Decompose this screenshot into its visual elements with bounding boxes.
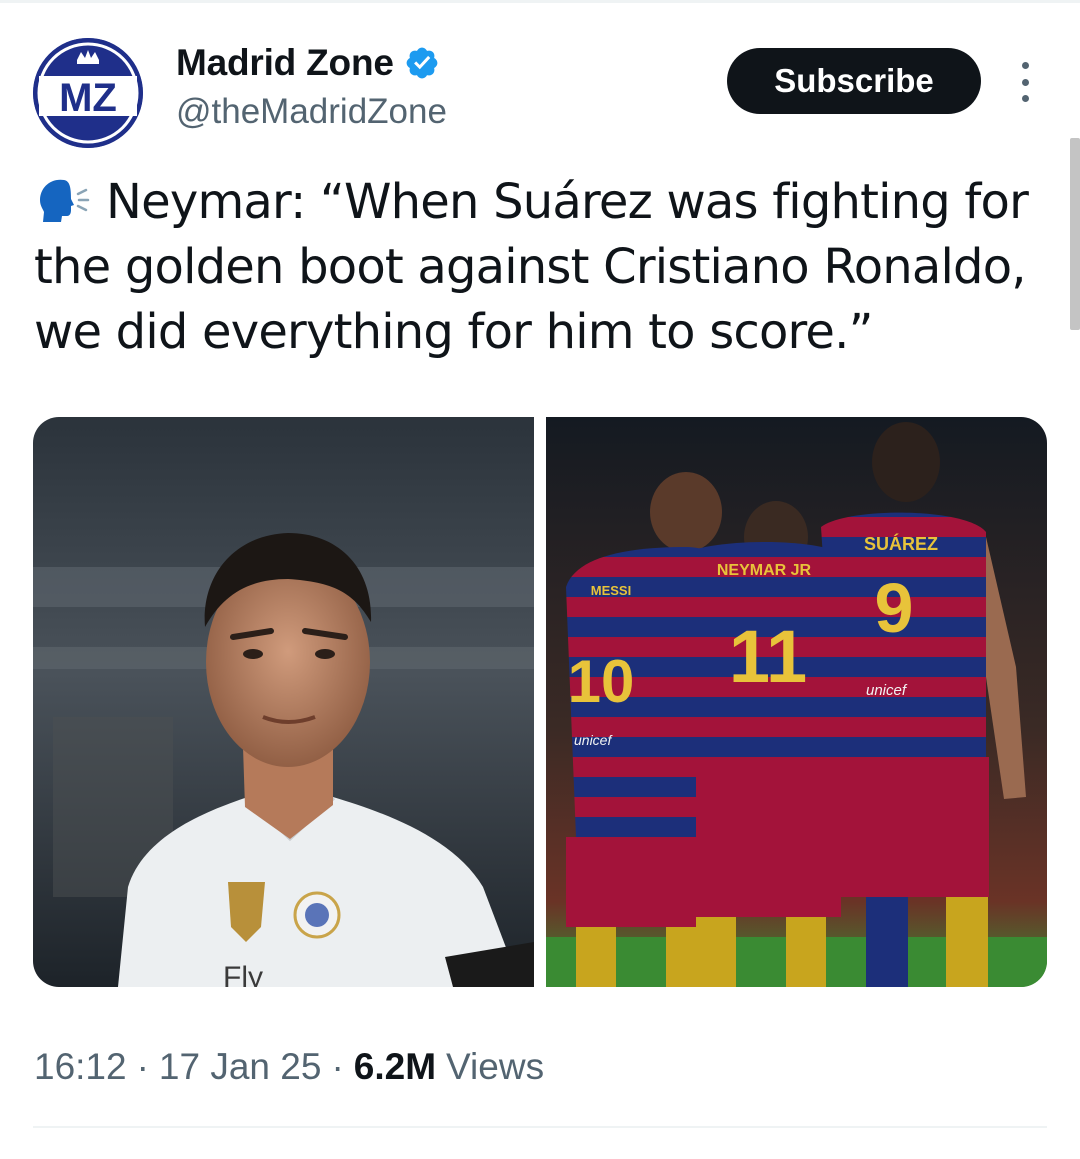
views-count: 6.2M (353, 1046, 437, 1087)
suarez-number-text: 9 (875, 569, 914, 647)
tweet-date[interactable]: 17 Jan 25 (159, 1046, 322, 1088)
meta-separator: · (136, 1046, 149, 1087)
verified-badge-icon (406, 47, 438, 79)
messi-name-text: MESSI (591, 583, 631, 598)
views-label: Views (446, 1046, 545, 1087)
bottom-divider (33, 1126, 1047, 1128)
tweet-line-2: the golden boot against Cristiano Ronald… (34, 239, 1027, 295)
avatar-text: MZ (59, 76, 117, 120)
author-name-row[interactable]: Madrid Zone (176, 42, 440, 84)
shirt-sponsor-text: Fly (223, 961, 263, 987)
media-image-ronaldo[interactable]: Fly (33, 417, 534, 987)
display-name[interactable]: Madrid Zone (176, 42, 394, 84)
meta-separator: · (331, 1046, 344, 1087)
avatar[interactable]: MZ (33, 38, 143, 148)
author-handle[interactable]: @theMadridZone (176, 92, 447, 132)
top-divider (0, 0, 1080, 3)
more-dot (1021, 78, 1029, 86)
tweet-line-1: Neymar: “When Suárez was fighting for (106, 174, 1029, 230)
tweet-line-3: we did everything for him to score.” (34, 304, 874, 360)
more-options-icon[interactable] (1013, 62, 1037, 102)
sponsor-right-text: unicef (866, 682, 908, 699)
more-dot (1021, 95, 1029, 102)
messi-number-text: 10 (568, 648, 635, 715)
subscribe-button[interactable]: Subscribe (727, 48, 981, 114)
tweet-media: Fly NEYMAR JR 11 SUÁREZ 9 MESSI 10 unice… (33, 417, 1047, 987)
madrid-zone-logo-icon: MZ (33, 38, 143, 148)
tweet-time[interactable]: 16:12 (34, 1046, 127, 1088)
neymar-name-text: NEYMAR JR (717, 562, 812, 579)
scrollbar[interactable] (1070, 138, 1080, 330)
more-dot (1021, 62, 1029, 69)
speaking-head-icon (40, 179, 90, 222)
tweet-meta: 16:12 · 17 Jan 25 · 6.2M Views (34, 1046, 544, 1088)
sponsor-left-text: unicef (574, 732, 613, 748)
media-image-barcelona-players[interactable]: NEYMAR JR 11 SUÁREZ 9 MESSI 10 unicef un… (546, 417, 1047, 987)
tweet-text: Neymar: “When Suárez was fighting for th… (34, 170, 1034, 365)
neymar-number-text: 11 (729, 615, 807, 698)
suarez-name-text: SUÁREZ (864, 533, 938, 554)
